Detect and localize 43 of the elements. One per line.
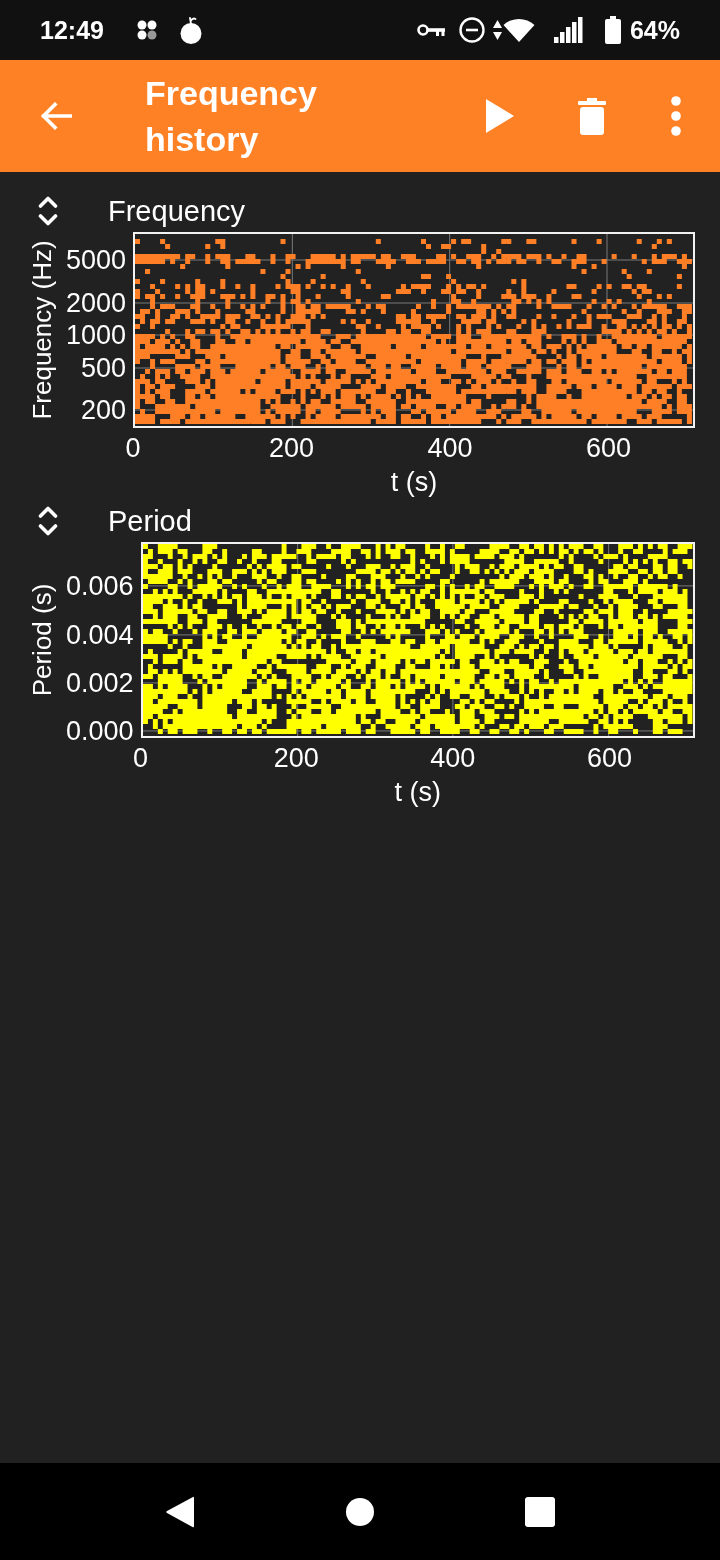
y-tick-label: 0.002 [66, 667, 134, 698]
y-tick-label: 0.000 [66, 715, 134, 746]
battery-percent: 64% [629, 15, 680, 45]
more-vertical-icon [671, 96, 681, 136]
x-tick-label: 0 [133, 743, 149, 773]
key-icon [416, 23, 445, 37]
fruit-icon [179, 16, 202, 44]
y-tick-label: 200 [81, 394, 127, 425]
screen-title: Frequency history [145, 73, 318, 160]
x-tick-label: 600 [587, 743, 633, 773]
chart-title: Period [108, 504, 192, 538]
battery-icon [604, 16, 621, 44]
square-recents-icon [525, 1496, 555, 1527]
x-tick-label: 400 [427, 433, 473, 463]
signal-bars-icon [553, 17, 583, 43]
chart-title: Frequency [108, 194, 245, 228]
x-axis-label: t (s) [394, 776, 442, 809]
y-axis-label: Frequency (Hz) [27, 240, 57, 420]
chevron-up-down-icon[interactable] [38, 504, 58, 538]
x-tick-label: 0 [125, 433, 141, 463]
x-tick-label: 400 [430, 743, 476, 773]
y-tick-label: 1000 [66, 320, 127, 351]
y-axis-label: Period (s) [27, 583, 57, 697]
chevron-up-down-icon[interactable] [38, 194, 58, 228]
four-dots-icon [136, 20, 157, 40]
triangle-back-icon [165, 1494, 195, 1529]
x-axis-label: t (s) [390, 466, 438, 499]
circle-home-icon [346, 1497, 374, 1526]
arrow-left-icon [40, 102, 72, 130]
trash-icon [578, 97, 606, 135]
wifi-icon [502, 17, 535, 43]
up-down-arrows-icon [492, 19, 502, 41]
y-tick-label: 0.006 [66, 570, 134, 601]
x-tick-label: 600 [585, 433, 631, 463]
x-tick-label: 200 [273, 743, 319, 773]
y-tick-label: 500 [81, 353, 127, 383]
y-tick-label: 2000 [66, 287, 127, 318]
y-tick-label: 5000 [66, 245, 127, 275]
play-icon [486, 99, 514, 133]
y-tick-label: 0.004 [66, 619, 134, 650]
clock-time: 12:49 [40, 15, 104, 45]
x-tick-label: 200 [269, 433, 315, 463]
minus-circle-icon [458, 17, 485, 43]
